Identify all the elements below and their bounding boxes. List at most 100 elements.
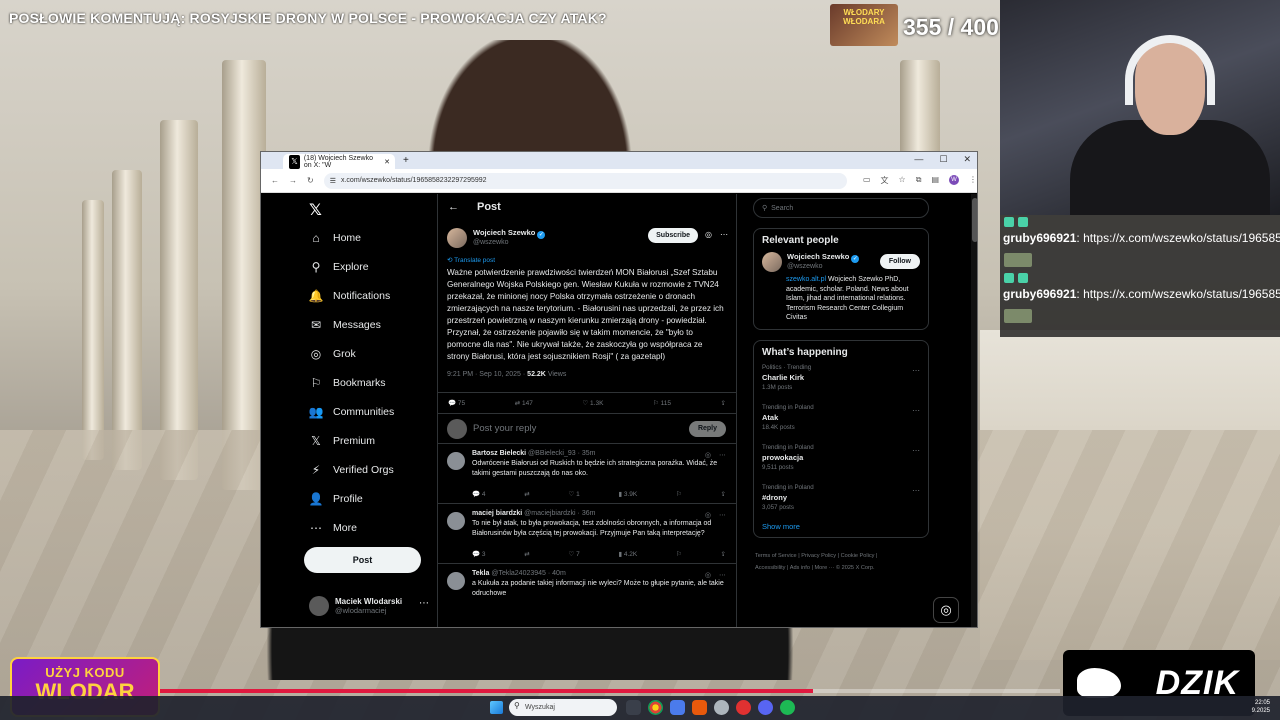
reply-input[interactable]: Post your reply: [473, 423, 536, 434]
more-icon[interactable]: ⋯: [719, 451, 726, 459]
relevant-person[interactable]: Wojciech Szewko ✓ @wszewko Follow: [762, 252, 920, 272]
back-arrow-icon[interactable]: ←: [448, 201, 459, 213]
browser-tab[interactable]: 𝕏 (18) Wojciech Szewko on X: "W ✕: [283, 154, 395, 169]
bookmark-icon[interactable]: ⚐: [676, 490, 682, 498]
follow-button[interactable]: Follow: [879, 254, 920, 269]
avatar[interactable]: [447, 452, 465, 470]
more-icon[interactable]: ⋯: [912, 446, 920, 455]
taskbar-clock[interactable]: 22:05 9.2025: [1252, 699, 1270, 715]
bio-link[interactable]: szewko.alt.pl: [786, 276, 826, 283]
nav-item-communities[interactable]: 👥 Communities: [309, 405, 395, 419]
chrome-icon[interactable]: [648, 700, 663, 715]
nav-item-premium[interactable]: 𝕏 Premium: [309, 434, 375, 448]
search-input[interactable]: ⚲ Search: [753, 198, 929, 218]
steam-icon[interactable]: [714, 700, 729, 715]
author-handle[interactable]: @wszewko: [473, 239, 545, 246]
close-window-icon[interactable]: ✕: [963, 154, 971, 165]
more-icon[interactable]: ⋯: [912, 366, 920, 375]
x-logo-icon[interactable]: 𝕏: [309, 200, 322, 220]
more-icon[interactable]: ⋯: [719, 571, 726, 579]
grok-icon[interactable]: ◎: [705, 451, 711, 459]
nav-item-bookmarks[interactable]: ⚐ Bookmarks: [309, 376, 386, 390]
like-action[interactable]: ♡ 1: [568, 490, 579, 498]
share-icon[interactable]: ⇪: [721, 490, 726, 498]
nav-item-home[interactable]: ⌂ Home: [309, 231, 361, 245]
back-icon[interactable]: ←: [271, 176, 279, 185]
trend-item[interactable]: Politics · Trending Charlie Kirk 1.3M po…: [762, 364, 920, 398]
footer-line[interactable]: Accessibility | Ads info | More ··· © 20…: [755, 562, 929, 574]
repost-icon[interactable]: ⇄: [524, 550, 529, 558]
footer-line[interactable]: Terms of Service | Privacy Policy | Cook…: [755, 550, 929, 562]
account-more-icon[interactable]: ⋯: [419, 598, 429, 609]
avatar[interactable]: [447, 228, 467, 248]
reload-icon[interactable]: ↻: [307, 176, 314, 185]
profile-avatar[interactable]: W: [949, 175, 959, 185]
nav-item-explore[interactable]: ⚲ Explore: [309, 260, 369, 274]
app-icon[interactable]: [692, 700, 707, 715]
trend-item[interactable]: Trending in Poland #drony 3,057 posts ⋯: [762, 484, 920, 518]
task-view-icon[interactable]: [626, 700, 641, 715]
person-name[interactable]: Wojciech Szewko: [787, 252, 849, 261]
nav-item-messages[interactable]: ✉ Messages: [309, 318, 381, 332]
windows-start-icon[interactable]: [490, 701, 503, 714]
new-tab-button[interactable]: +: [403, 155, 409, 166]
post-button[interactable]: Post: [304, 547, 421, 573]
reply-item[interactable]: Bartosz Bielecki @BBielecki_93 · 35m ◎ ⋯ …: [438, 444, 736, 504]
app-icon[interactable]: [736, 700, 751, 715]
reply-action[interactable]: 💬 3: [472, 550, 486, 558]
maximize-icon[interactable]: ☐: [939, 154, 947, 165]
extensions-icon[interactable]: ⧉: [916, 175, 922, 186]
avatar[interactable]: [447, 572, 465, 590]
grok-button[interactable]: ◎: [933, 597, 959, 623]
bookmark-star-icon[interactable]: ☆: [899, 175, 906, 186]
reply-author[interactable]: Bartosz Bielecki: [472, 450, 526, 457]
sidebar-icon[interactable]: ▤: [931, 175, 939, 186]
app-icon[interactable]: [670, 700, 685, 715]
reply-action[interactable]: 💬 4: [472, 490, 486, 498]
repost-action[interactable]: ⇄ 147: [515, 399, 533, 407]
translate-icon[interactable]: 文: [881, 175, 889, 186]
repost-icon[interactable]: ⇄: [524, 490, 529, 498]
reply-item[interactable]: maciej biardzki @maciejbiardzki · 36m ◎ ⋯…: [438, 504, 736, 564]
reply-button[interactable]: Reply: [688, 421, 726, 437]
menu-icon[interactable]: ⋮: [969, 175, 977, 186]
more-icon[interactable]: ⋯: [720, 230, 728, 239]
reply-author[interactable]: maciej biardzki: [472, 510, 522, 517]
views-action[interactable]: ▮ 3.9K: [618, 490, 637, 498]
avatar[interactable]: [447, 512, 465, 530]
author-name[interactable]: Wojciech Szewko: [473, 228, 535, 237]
account-switcher[interactable]: Maciek Wlodarski @wlodarmaciej: [309, 596, 402, 616]
bookmark-action[interactable]: ⚐ 115: [653, 399, 671, 407]
trend-item[interactable]: Trending in Poland prowokacja 9,511 post…: [762, 444, 920, 478]
more-icon[interactable]: ⋯: [912, 486, 920, 495]
reply-action[interactable]: 💬 75: [448, 399, 465, 407]
share-icon[interactable]: ⇪: [721, 550, 726, 558]
scrollbar[interactable]: [971, 194, 977, 627]
nav-item-profile[interactable]: 👤 Profile: [309, 492, 363, 506]
tweet-time[interactable]: 9:21 PM · Sep 10, 2025 ·: [447, 371, 525, 378]
reply-item[interactable]: Tekla @Tekla24023945 · 40m ◎ ⋯ a Kukuła z…: [438, 564, 736, 624]
minimize-icon[interactable]: —: [914, 154, 923, 165]
show-more-link[interactable]: Show more: [762, 522, 920, 531]
grok-icon[interactable]: ◎: [705, 511, 711, 519]
views-action[interactable]: ▮ 4.2K: [618, 550, 637, 558]
scrollbar-thumb[interactable]: [972, 198, 977, 242]
cast-icon[interactable]: ▭: [863, 175, 871, 186]
url-field[interactable]: ☰ x.com/wszewko/status/19658582322972959…: [323, 172, 847, 189]
discord-icon[interactable]: [758, 700, 773, 715]
more-icon[interactable]: ⋯: [912, 406, 920, 415]
forward-icon[interactable]: →: [289, 176, 297, 185]
grok-icon[interactable]: ◎: [705, 230, 712, 239]
nav-item-grok[interactable]: ◎ Grok: [309, 347, 356, 361]
trend-item[interactable]: Trending in Poland Atak 18.4K posts ⋯: [762, 404, 920, 438]
like-action[interactable]: ♡ 7: [568, 550, 579, 558]
subscribe-button[interactable]: Subscribe: [648, 228, 698, 243]
site-info-icon[interactable]: ☰: [330, 177, 336, 185]
nav-item-verified-orgs[interactable]: ⚡ Verified Orgs: [309, 463, 394, 477]
like-action[interactable]: ♡ 1.3K: [582, 399, 603, 407]
translate-post-link[interactable]: ⟲ Translate post: [438, 256, 736, 264]
bookmark-icon[interactable]: ⚐: [676, 550, 682, 558]
more-icon[interactable]: ⋯: [719, 511, 726, 519]
grok-icon[interactable]: ◎: [705, 571, 711, 579]
reply-author[interactable]: Tekla: [472, 570, 489, 577]
